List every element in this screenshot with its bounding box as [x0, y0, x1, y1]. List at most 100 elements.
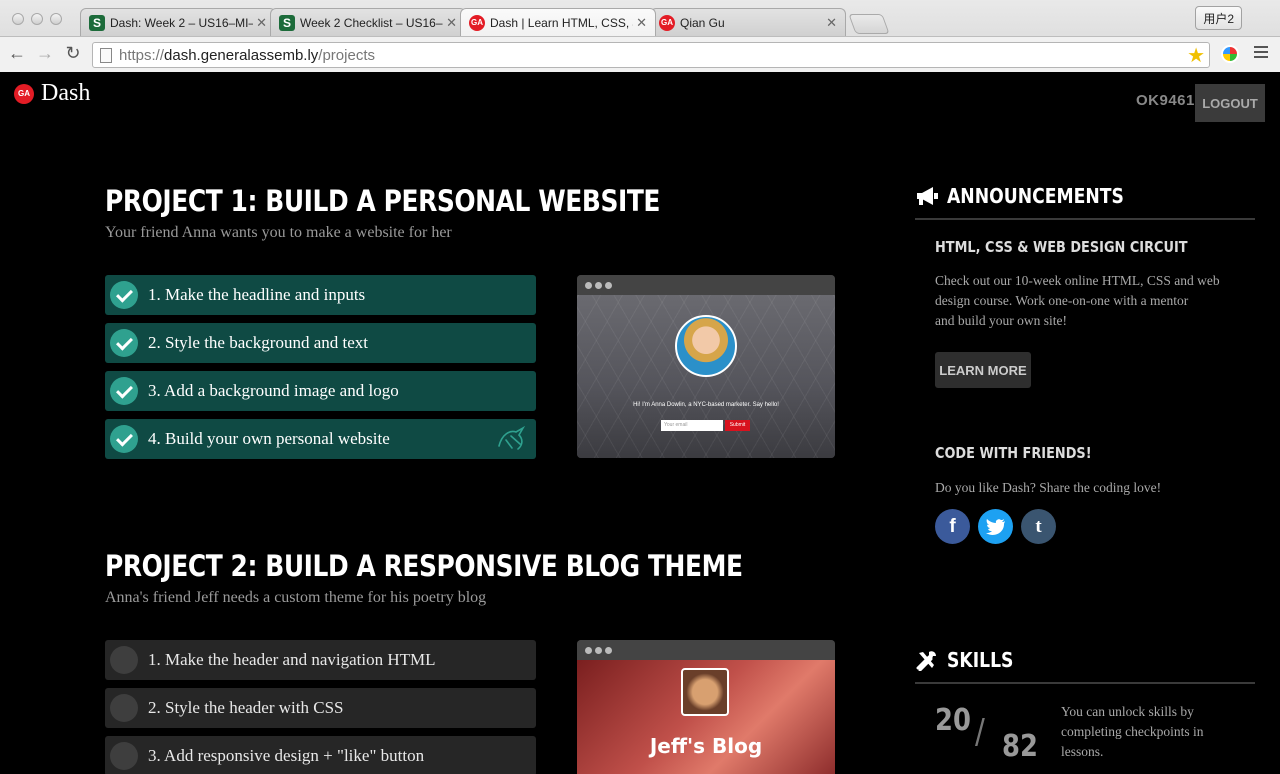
- minimize-window-button[interactable]: [31, 13, 43, 25]
- url-path: /projects: [318, 46, 375, 64]
- reload-icon[interactable]: ↻: [62, 43, 84, 64]
- step-label: 1. Make the header and navigation HTML: [148, 650, 436, 669]
- step-label: 3. Add responsive design + "like" button: [148, 746, 425, 765]
- preview-screenshot: Jeff's Blog: [577, 660, 835, 774]
- username[interactable]: OK9461: [1136, 92, 1195, 109]
- announcements-heading: ANNOUNCEMENTS: [947, 184, 1124, 208]
- skills-text: You can unlock skills by completing chec…: [1061, 702, 1251, 762]
- browser-tab[interactable]: S Dash: Week 2 – US16–MI–1 ✕: [80, 8, 276, 36]
- tab-title: Week 2 Checklist – US16–MI: [300, 15, 443, 30]
- step-label: 2. Style the header with CSS: [148, 698, 344, 717]
- browser-tab[interactable]: GA Qian Gu ✕: [650, 8, 846, 36]
- close-tab-icon[interactable]: ✕: [636, 15, 647, 31]
- code-with-friends-text: Do you like Dash? Share the coding love!: [935, 480, 1162, 495]
- tools-icon: [916, 651, 936, 671]
- preview-submit-button: Submit: [725, 420, 750, 431]
- profile-button[interactable]: 用户2: [1195, 6, 1242, 30]
- project-1-title: PROJECT 1: BUILD A PERSONAL WEBSITE: [105, 184, 661, 218]
- tab-title: Qian Gu: [680, 15, 725, 30]
- bookmark-star-icon[interactable]: ★: [1187, 43, 1205, 68]
- project-1-step[interactable]: 2. Style the background and text: [105, 323, 536, 363]
- extension-icon[interactable]: [1221, 45, 1239, 63]
- new-tab-button[interactable]: [848, 14, 890, 34]
- checkmark-icon: [110, 329, 138, 357]
- announcement-line: Check out our 10-week online HTML, CSS a…: [935, 273, 1220, 288]
- announcement-line: design course. Work one-on-one with a me…: [935, 293, 1189, 308]
- tumblr-share-icon[interactable]: t: [1021, 509, 1056, 544]
- announcement-line: and build your own site!: [935, 313, 1067, 328]
- dash-logo[interactable]: GA Dash: [14, 80, 90, 107]
- browser-chrome: S Dash: Week 2 – US16–MI–1 ✕ S Week 2 Ch…: [0, 0, 1280, 72]
- close-tab-icon[interactable]: ✕: [256, 15, 267, 31]
- skills-total-count: 82: [1002, 729, 1038, 764]
- step-label: 3. Add a background image and logo: [148, 381, 399, 400]
- skills-heading: SKILLS: [947, 648, 1014, 672]
- blog-avatar: [681, 668, 729, 716]
- profile-photo: [675, 315, 737, 377]
- url-scheme: https://: [119, 46, 165, 64]
- preview-window-bar: [577, 640, 835, 660]
- tab-favicon: S: [279, 14, 295, 31]
- page-icon: [100, 48, 112, 63]
- learn-more-button[interactable]: LEARN MORE: [935, 352, 1031, 388]
- incomplete-circle-icon: [110, 646, 138, 674]
- project-1-subtitle: Your friend Anna wants you to make a web…: [105, 224, 452, 241]
- browser-toolbar: ← → ↻ https:// dash.generalassemb.ly /pr…: [0, 36, 1280, 72]
- close-tab-icon[interactable]: ✕: [446, 15, 457, 31]
- incomplete-circle-icon: [110, 694, 138, 722]
- tab-favicon: GA: [659, 14, 675, 31]
- tab-favicon: S: [89, 14, 105, 31]
- ga-badge: GA: [14, 83, 34, 104]
- preview-blog-title: Jeff's Blog: [649, 734, 763, 758]
- step-label: 4. Build your own personal website: [148, 429, 390, 448]
- project-2-step[interactable]: 3. Add responsive design + "like" button: [105, 736, 536, 774]
- announcement-title: HTML, CSS & WEB DESIGN CIRCUIT: [935, 238, 1188, 256]
- zoom-window-button[interactable]: [50, 13, 62, 25]
- project-1-preview[interactable]: Hi! I'm Anna Dowlin, a NYC-based markete…: [577, 275, 835, 458]
- project-2-title: PROJECT 2: BUILD A RESPONSIVE BLOG THEME: [105, 549, 743, 583]
- twitter-bird-icon: [985, 518, 1005, 535]
- project-2-subtitle: Anna's friend Jeff needs a custom theme …: [105, 589, 487, 606]
- facebook-share-icon[interactable]: f: [935, 509, 970, 544]
- twitter-share-icon[interactable]: [978, 509, 1013, 544]
- tab-title: Dash: Week 2 – US16–MI–1: [110, 15, 253, 30]
- project-2-step[interactable]: 1. Make the header and navigation HTML: [105, 640, 536, 680]
- preview-greeting: Hi! I'm Anna Dowlin, a NYC-based markete…: [633, 402, 779, 408]
- announcements-header: ANNOUNCEMENTS: [915, 184, 1255, 220]
- project-1-step[interactable]: 1. Make the headline and inputs: [105, 275, 536, 315]
- close-window-button[interactable]: [12, 13, 24, 25]
- project-2-preview[interactable]: Jeff's Blog: [577, 640, 835, 774]
- skills-line: lessons.: [1061, 744, 1104, 759]
- close-tab-icon[interactable]: ✕: [826, 15, 837, 31]
- tab-strip: S Dash: Week 2 – US16–MI–1 ✕ S Week 2 Ch…: [80, 8, 890, 36]
- skills-header: SKILLS: [915, 648, 1255, 684]
- browser-tab-active[interactable]: GA Dash | Learn HTML, CSS, Ja ✕: [460, 8, 656, 36]
- code-with-friends-heading: CODE WITH FRIENDS!: [935, 444, 1092, 462]
- checkmark-icon: [110, 425, 138, 453]
- logout-button[interactable]: LOGOUT: [1195, 84, 1265, 122]
- browser-menu-icon[interactable]: [1254, 46, 1268, 58]
- url-host: dash.generalassemb.ly: [164, 46, 319, 64]
- project-1-step[interactable]: 3. Add a background image and logo: [105, 371, 536, 411]
- back-arrow-icon[interactable]: ←: [6, 43, 28, 64]
- skills-slash: /: [975, 712, 985, 752]
- forward-arrow-icon[interactable]: →: [34, 43, 56, 64]
- preview-window-bar: [577, 275, 835, 295]
- skills-unlocked-count: 20: [935, 703, 971, 738]
- address-bar[interactable]: https:// dash.generalassemb.ly /projects…: [92, 42, 1210, 68]
- browser-tab[interactable]: S Week 2 Checklist – US16–MI ✕: [270, 8, 466, 36]
- skills-line: completing checkpoints in: [1061, 724, 1204, 739]
- preview-email-field: Your email: [661, 420, 723, 431]
- checkmark-icon: [110, 281, 138, 309]
- window-controls: [12, 13, 62, 25]
- project-2-step[interactable]: 2. Style the header with CSS: [105, 688, 536, 728]
- preview-screenshot: Hi! I'm Anna Dowlin, a NYC-based markete…: [577, 295, 835, 458]
- megaphone-icon: [917, 187, 938, 205]
- logo-text: Dash: [41, 80, 91, 106]
- tab-favicon: GA: [469, 14, 485, 31]
- project-1-step[interactable]: 4. Build your own personal website: [105, 419, 536, 459]
- announcement-text: Check out our 10-week online HTML, CSS a…: [935, 271, 1240, 331]
- incomplete-circle-icon: [110, 742, 138, 770]
- tab-title: Dash | Learn HTML, CSS, Ja: [490, 15, 633, 30]
- unicorn-badge-icon: [498, 426, 526, 450]
